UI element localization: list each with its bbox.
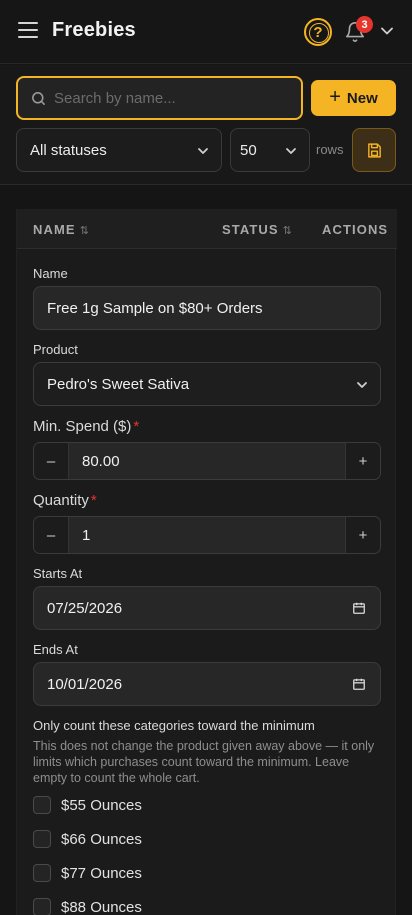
product-value: Pedro's Sweet Sativa [47,376,190,393]
list-toolbar: + New All statuses 50 rows [0,65,412,185]
min-spend-stepper[interactable]: – 80.00 + [33,442,381,480]
category-label: $66 Ounces [61,830,142,848]
help-icon[interactable]: ? [304,18,332,46]
new-button-label: New [346,89,378,107]
quantity-stepper[interactable]: – 1 + [33,516,381,554]
required-marker: * [133,418,140,435]
increment-button[interactable]: + [345,517,380,553]
menu-icon[interactable] [18,22,38,40]
category-checkbox-row[interactable]: $66 Ounces [33,829,142,849]
increment-button[interactable]: + [345,443,380,479]
column-header-status[interactable]: STATUS ⇅ [222,222,292,237]
calendar-icon[interactable] [352,677,366,691]
app-title: Freebies [52,19,136,41]
categories-title: Only count these categories toward the m… [33,718,315,733]
checkbox[interactable] [33,830,51,848]
name-label: Name [33,266,68,281]
rows-label: rows [316,142,344,157]
status-filter-value: All statuses [30,142,107,159]
quantity-label: Quantity * [33,492,97,509]
chevron-down-icon [198,148,208,154]
product-label: Product [33,342,78,357]
name-value: Free 1g Sample on $80+ Orders [47,300,263,317]
checkbox[interactable] [33,796,51,814]
top-header: Freebies ? 3 [0,0,412,64]
column-header-actions: ACTIONS [322,222,389,237]
categories-hint: This does not change the product given a… [33,739,375,785]
chevron-down-icon[interactable] [380,26,394,36]
starts-at-label: Starts At [33,566,83,581]
min-spend-value: 80.00 [82,453,120,470]
starts-at-field[interactable]: 07/25/2026 [33,586,381,630]
sort-icon: ⇅ [79,225,89,237]
save-button[interactable] [352,128,396,172]
checkbox[interactable] [33,864,51,882]
calendar-icon[interactable] [352,601,366,615]
category-checkbox-row[interactable]: $55 Ounces [33,795,142,815]
chevron-down-icon [286,148,296,154]
decrement-button[interactable]: – [34,443,69,479]
rows-per-page-value: 50 [240,142,257,159]
decrement-button[interactable]: – [34,517,69,553]
plus-icon: + [329,86,341,108]
ends-at-value: 10/01/2026 [47,676,123,693]
quantity-value: 1 [82,527,91,544]
freebies-table: NAME ⇅ STATUS ⇅ ACTIONS Name Free 1g Sampl… [16,209,397,915]
ends-at-label: Ends At [33,642,78,657]
required-marker: * [90,492,97,509]
min-spend-label: Min. Spend ($) * [33,418,140,435]
rows-per-page-select[interactable]: 50 [230,128,310,172]
category-checkbox-row[interactable]: $88 Ounces [33,897,142,915]
category-label: $55 Ounces [61,796,142,814]
chevron-down-icon [357,382,367,388]
starts-at-value: 07/25/2026 [47,600,123,617]
search-input[interactable] [54,78,294,118]
category-label: $77 Ounces [61,864,142,882]
name-field[interactable]: Free 1g Sample on $80+ Orders [33,286,381,330]
checkbox[interactable] [33,898,51,915]
column-header-name[interactable]: NAME ⇅ [33,222,89,237]
notification-badge: 3 [356,16,373,33]
ends-at-field[interactable]: 10/01/2026 [33,662,381,706]
sort-icon: ⇅ [282,225,292,237]
save-icon [367,142,381,158]
status-filter-select[interactable]: All statuses [16,128,222,172]
category-checkbox-row[interactable]: $77 Ounces [33,863,142,883]
search-icon [32,92,45,105]
product-select[interactable]: Pedro's Sweet Sativa [33,362,381,406]
table-header: NAME ⇅ STATUS ⇅ ACTIONS [17,209,397,249]
category-label: $88 Ounces [61,898,142,915]
search-box[interactable] [16,76,303,120]
new-button[interactable]: + New [311,80,396,116]
